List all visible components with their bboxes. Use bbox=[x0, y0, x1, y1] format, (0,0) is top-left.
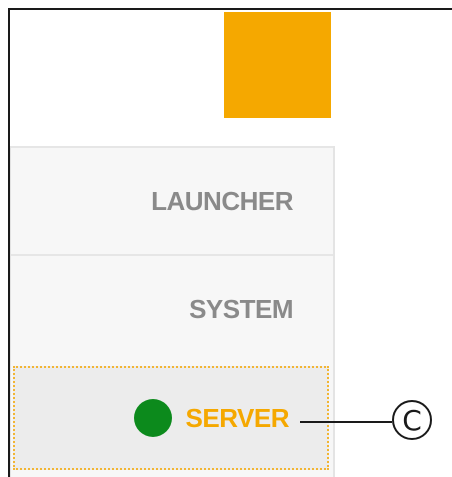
menu-item-label: SYSTEM bbox=[189, 293, 293, 324]
frame-top-edge bbox=[8, 8, 452, 10]
brand-logo bbox=[224, 12, 331, 118]
callout-label: C bbox=[402, 403, 422, 437]
menu-item-server[interactable]: SERVER bbox=[13, 366, 329, 470]
menu-item-launcher[interactable]: LAUNCHER bbox=[11, 146, 333, 254]
menu-item-label: SERVER bbox=[185, 402, 290, 433]
menu-item-label: LAUNCHER bbox=[151, 185, 293, 216]
callout-leader-line bbox=[300, 421, 392, 423]
menu-item-system[interactable]: SYSTEM bbox=[11, 254, 333, 362]
callout-marker: C bbox=[392, 400, 432, 440]
sidebar-menu: LAUNCHER SYSTEM SERVER bbox=[10, 146, 335, 477]
status-dot-icon bbox=[133, 399, 172, 437]
